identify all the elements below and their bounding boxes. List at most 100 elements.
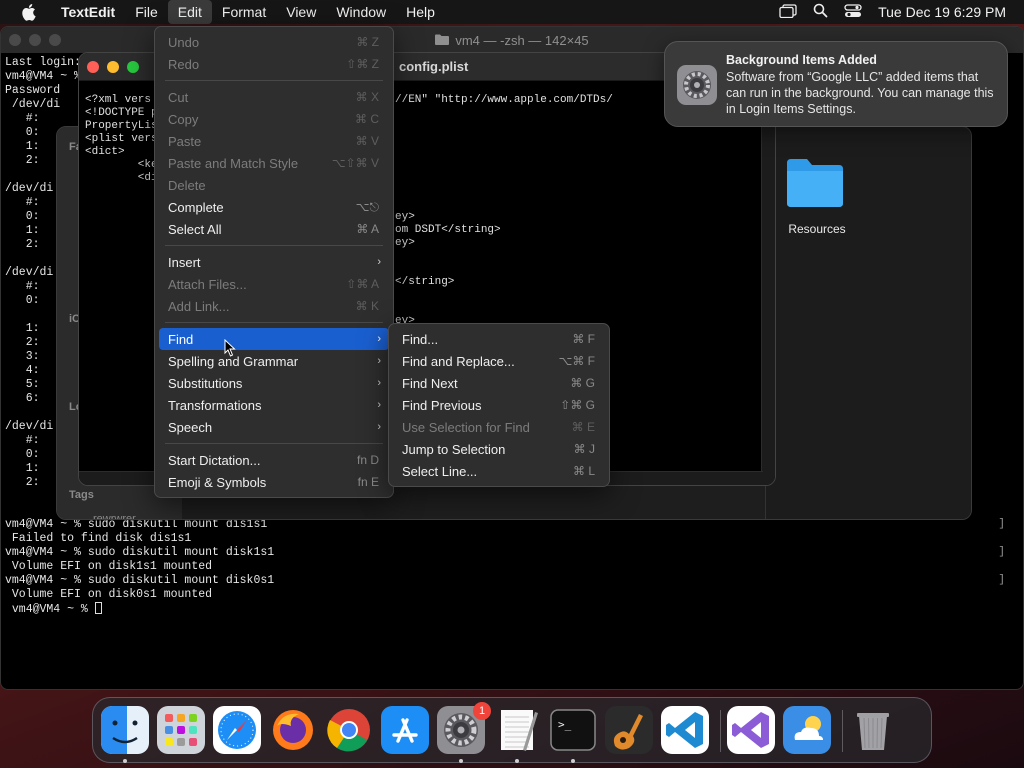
text-line: om DSDT</string> [395, 224, 501, 236]
menu-item-label: Complete [168, 199, 224, 215]
menu-edit[interactable]: Edit [167, 0, 212, 24]
menu-file[interactable]: File [125, 0, 168, 24]
shortcut-label: ⌘ X [355, 90, 379, 104]
text-line: <di [85, 172, 158, 184]
terminal-icon[interactable]: >_ [549, 706, 597, 754]
text-line: <dict> [85, 146, 125, 158]
menu-item-paste[interactable]: Paste ⌘ V [155, 130, 393, 152]
shortcut-label: ⌘ C [355, 112, 379, 126]
terminal-line: vm4@VM4 ~ % [5, 70, 81, 83]
menu-item-undo[interactable]: Undo ⌘ Z [155, 31, 393, 53]
text-line: PropertyLis [85, 120, 158, 132]
safari-icon[interactable] [213, 706, 261, 754]
safari-glyph [213, 706, 261, 754]
running-indicator [123, 759, 127, 763]
menu-item-label: Redo [168, 56, 200, 72]
menu-item-redo[interactable]: Redo ⇧⌘ Z [155, 53, 393, 75]
menu-item-delete[interactable]: Delete [155, 174, 393, 196]
firefox-glyph [273, 710, 313, 750]
running-indicator [571, 759, 575, 763]
textedit-icon[interactable] [493, 706, 541, 754]
close-button[interactable] [9, 34, 21, 46]
control-center-icon[interactable] [844, 3, 862, 21]
submenu-item-jump-to-selection[interactable]: Jump to Selection ⌘ J [389, 438, 609, 460]
submenu-item-find-previous[interactable]: Find Previous ⇧⌘ G [389, 394, 609, 416]
menu-item-label: Copy [168, 111, 199, 127]
menu-item-select-all[interactable]: Select All ⌘ A [155, 218, 393, 240]
minimize-button[interactable] [107, 61, 119, 73]
garageband-icon[interactable] [605, 706, 653, 754]
menu-item-paste-and-match-style[interactable]: Paste and Match Style ⌥⇧⌘ V [155, 152, 393, 174]
menu-item-copy[interactable]: Copy ⌘ C [155, 108, 393, 130]
menu-item-attach-files[interactable]: Attach Files... ⇧⌘ A [155, 273, 393, 295]
menu-window[interactable]: Window [326, 0, 396, 24]
menu-item-label: Start Dictation... [168, 452, 261, 468]
menu-app-textedit[interactable]: TextEdit [51, 0, 125, 24]
text-line: ey> [395, 211, 415, 223]
folder-icon[interactable] [785, 157, 849, 214]
mouse-pointer-icon [224, 338, 236, 362]
trash-icon[interactable] [849, 706, 897, 754]
window-switcher-icon[interactable] [779, 3, 797, 21]
submenu-item-find-and-replace[interactable]: Find and Replace... ⌥⌘ F [389, 350, 609, 372]
app-store-icon[interactable] [381, 706, 429, 754]
menu-item-start-dictation[interactable]: Start Dictation... fn D [155, 449, 393, 471]
weather-glyph [783, 706, 831, 754]
launchpad-icon[interactable] [157, 706, 205, 754]
sidebar-tag-item[interactable]: rewrwrer [93, 513, 136, 519]
menu-item-emoji-symbols[interactable]: Emoji & Symbols fn E [155, 471, 393, 493]
zoom-button[interactable] [127, 61, 139, 73]
weather-icon[interactable] [783, 706, 831, 754]
chevron-right-icon: › [377, 399, 381, 411]
menu-item-insert[interactable]: Insert › [155, 251, 393, 273]
running-indicator [459, 759, 463, 763]
minimize-button[interactable] [29, 34, 41, 46]
menubar-clock[interactable]: Tue Dec 19 6:29 PM [878, 4, 1006, 20]
launchpad-glyph [157, 706, 205, 754]
notification-banner[interactable]: Background Items Added Software from “Go… [664, 41, 1008, 127]
folder-icon [435, 33, 450, 48]
garageband-glyph [605, 706, 653, 754]
shortcut-label: ⌥⌘ F [558, 354, 596, 368]
menu-item-find[interactable]: Find › [159, 328, 389, 350]
menu-item-substitutions[interactable]: Substitutions › [155, 372, 393, 394]
edit-menu: Undo ⌘ Z Redo ⇧⌘ Z Cut ⌘ X Copy ⌘ C Paste ⌘ V Past… [154, 26, 394, 498]
vertical-scrollbar[interactable] [761, 81, 775, 485]
finder-icon[interactable] [101, 706, 149, 754]
close-button[interactable] [87, 61, 99, 73]
menu-view[interactable]: View [276, 0, 326, 24]
menu-format[interactable]: Format [212, 0, 276, 24]
zoom-button[interactable] [49, 34, 61, 46]
folder-label[interactable]: Resources [773, 222, 861, 236]
firefox-icon[interactable] [269, 706, 317, 754]
terminal-line: #: [5, 112, 40, 125]
shortcut-label: ⇧⌘ Z [346, 57, 379, 71]
submenu-item-use-selection-for-find[interactable]: Use Selection for Find ⌘ E [389, 416, 609, 438]
visual-studio-icon[interactable] [727, 706, 775, 754]
terminal-title: vm4 — -zsh — 142×45 [455, 32, 589, 48]
submenu-item-select-line[interactable]: Select Line... ⌘ L [389, 460, 609, 482]
chrome-icon[interactable] [325, 706, 373, 754]
finder-glyph [101, 706, 149, 754]
submenu-item-find-next[interactable]: Find Next ⌘ G [389, 372, 609, 394]
menu-bar: TextEdit File Edit Format View Window He… [0, 0, 1024, 24]
menu-item-spelling-and-grammar[interactable]: Spelling and Grammar › [155, 350, 393, 372]
shortcut-label: ⌘ K [355, 299, 379, 313]
menu-item-add-link[interactable]: Add Link... ⌘ K [155, 295, 393, 317]
menu-separator [165, 322, 383, 323]
apple-menu-icon[interactable] [17, 1, 39, 23]
menu-item-label: Use Selection for Find [402, 419, 530, 435]
menu-item-speech[interactable]: Speech › [155, 416, 393, 438]
menu-item-label: Select Line... [402, 463, 478, 479]
terminal-output-bottom: vm4@VM4 ~ % sudo diskutil mount dis1s1 F… [5, 518, 274, 617]
spotlight-search-icon[interactable] [813, 3, 828, 21]
submenu-item-find[interactable]: Find... ⌘ F [389, 328, 609, 350]
menu-item-transformations[interactable]: Transformations › [155, 394, 393, 416]
vscode-icon[interactable] [661, 706, 709, 754]
menu-item-complete[interactable]: Complete ⌥⎋ [155, 196, 393, 218]
terminal-line: /dev/di [5, 98, 61, 111]
menu-item-label: Transformations [168, 397, 262, 413]
menu-help[interactable]: Help [396, 0, 445, 24]
menu-item-cut[interactable]: Cut ⌘ X [155, 86, 393, 108]
menu-item-label: Find Previous [402, 397, 482, 413]
